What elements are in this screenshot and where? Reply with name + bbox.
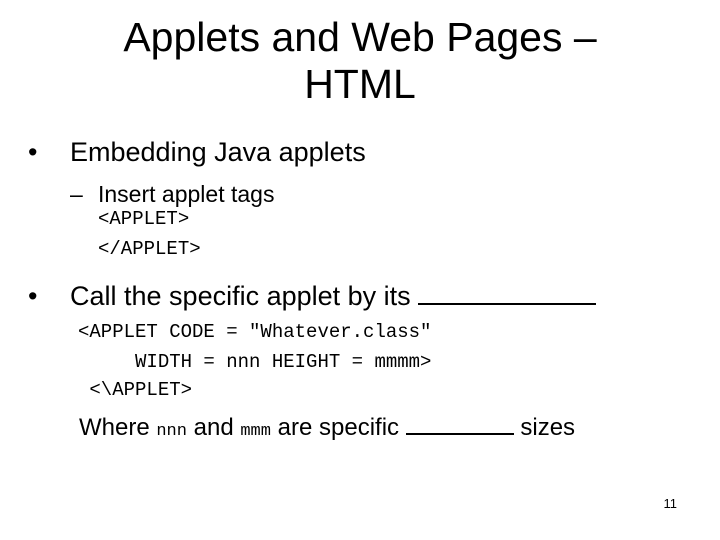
slide: Applets and Web Pages – HTML • Embedding …	[0, 0, 720, 540]
where-sizes-line: Where nnn and mmm are specific sizes	[79, 413, 575, 447]
code-applet-close-line: <\APPLET>	[78, 379, 193, 401]
sub-bullet-text: Insert applet tags	[98, 181, 275, 207]
code-applet-size-line: WIDTH = nnn HEIGHT = mmmm>	[78, 351, 432, 373]
bullet-marker: •	[28, 137, 38, 167]
bullet-text: Call the specific applet by its	[70, 281, 411, 311]
slide-title-line-1: Applets and Web Pages –	[123, 14, 597, 60]
where-text: and	[186, 414, 241, 441]
sub-bullet-marker: –	[70, 181, 83, 207]
bullet-call-specific-applet: • Call the specific applet by its	[28, 280, 597, 312]
slide-title-line-2: HTML	[304, 61, 416, 107]
bullet-embedding-java-applets: • Embedding Java applets	[28, 136, 366, 168]
where-text: sizes	[513, 414, 576, 441]
code-applet-code-line: <APPLET CODE = "Whatever.class"	[78, 321, 432, 343]
bullet-text: Embedding Java applets	[70, 137, 366, 167]
fill-in-blank	[405, 432, 514, 435]
where-var-mmm: mmm	[240, 422, 271, 441]
code-applet-open-tag: <APPLET>	[98, 208, 190, 230]
page-number: 11	[663, 496, 678, 511]
code-applet-close-tag: </APPLET>	[98, 238, 201, 260]
bullet-marker: •	[28, 281, 38, 311]
sub-bullet-insert-applet-tags: – Insert applet tags	[70, 180, 274, 208]
where-text: Where	[79, 414, 157, 441]
where-var-nnn: nnn	[156, 422, 187, 441]
fill-in-blank	[418, 302, 597, 305]
slide-title: Applets and Web Pages – HTML	[60, 14, 660, 108]
where-text: are specific	[270, 414, 406, 441]
